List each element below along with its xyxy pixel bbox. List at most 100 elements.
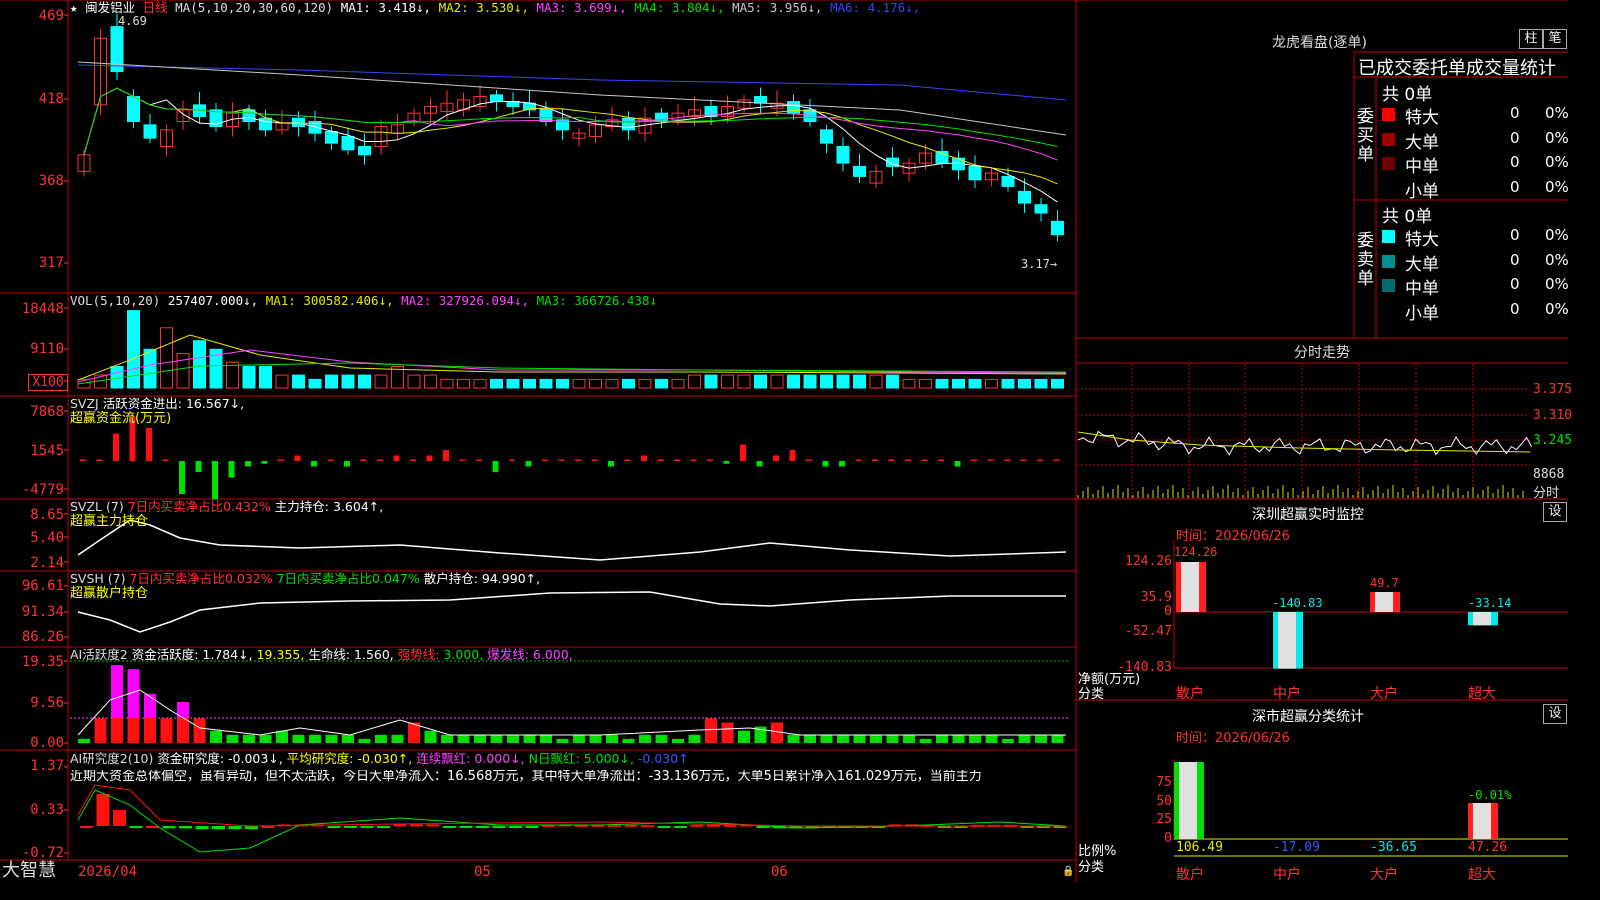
flow-bar — [80, 459, 86, 461]
activity-bar — [853, 734, 866, 743]
activity-bar — [523, 734, 536, 743]
volume-bar — [638, 378, 652, 389]
brand-label[interactable]: 大智慧 — [2, 861, 56, 881]
research-bar — [212, 826, 225, 830]
ai-active-burst-value: 6.000, — [532, 647, 573, 662]
svsh-ratio2: 7日内买卖净占比0.047% — [276, 571, 420, 586]
volume-bar — [176, 353, 190, 389]
flow-bar — [443, 450, 449, 461]
bar-mode-button[interactable]: 柱 — [1519, 29, 1543, 49]
volume-bar — [704, 374, 718, 389]
activity-bar — [903, 734, 915, 743]
activity-bar — [705, 718, 717, 743]
order-row-name: 中单 — [1405, 157, 1439, 177]
flow-bar — [228, 461, 235, 478]
volume-bar — [539, 378, 553, 389]
legend-swatch — [1382, 254, 1395, 268]
volume-bar — [655, 378, 668, 389]
activity-bar — [342, 734, 354, 743]
flow-bar — [294, 455, 301, 461]
chart-canvas[interactable] — [0, 0, 1568, 882]
activity-bar — [210, 730, 222, 743]
activity-line — [77, 689, 1066, 736]
volume-bar — [787, 374, 800, 389]
order-row: 小单 0 0% — [1380, 177, 1569, 202]
unit-badge[interactable]: X100 — [28, 374, 68, 391]
flow-bar — [674, 459, 680, 461]
period-label[interactable]: 日线 — [143, 0, 168, 15]
order-row: 小单 0 0% — [1380, 299, 1569, 324]
flow-bar — [327, 459, 334, 461]
research-bar — [96, 794, 110, 826]
avg-price-line — [1077, 431, 1531, 453]
lock-icon[interactable]: 🔒 — [1062, 866, 1074, 877]
svsh-ytick: 86.26 — [21, 629, 64, 645]
activity-bar — [540, 734, 552, 743]
candle — [968, 165, 982, 181]
activity-bar — [441, 734, 453, 743]
flow-bar — [921, 459, 928, 461]
stats-settings-button[interactable]: 设 — [1543, 704, 1567, 724]
flow-bar — [740, 444, 746, 461]
research-bar — [443, 826, 456, 828]
monitor-bar-inner — [1375, 592, 1393, 612]
volume-bar — [1051, 378, 1064, 389]
order-row: 特大 0 0% — [1380, 225, 1569, 250]
volume-bar — [721, 374, 734, 389]
order-row-name: 小单 — [1405, 181, 1439, 202]
research-bar — [624, 824, 638, 827]
activity-bar — [111, 718, 123, 743]
star-icon: ★ — [70, 0, 78, 15]
ai-research-ytick: -0.72 — [21, 845, 64, 861]
order-row-name: 小单 — [1405, 303, 1439, 324]
volume-bar — [589, 378, 602, 389]
monitor-bar-inner — [1473, 612, 1491, 626]
legend-swatch — [1382, 157, 1395, 170]
flow-bar — [393, 455, 400, 461]
legend-swatch — [1382, 230, 1395, 243]
ma-value: MA3: 3.699↓, — [536, 0, 627, 15]
flow-bar — [773, 455, 779, 461]
volume-bar — [242, 366, 256, 389]
stats-category: 中户 — [1273, 867, 1301, 883]
flow-bar — [822, 461, 829, 467]
activity-bar — [639, 734, 651, 743]
tick-mode-button[interactable]: 笔 — [1543, 29, 1567, 49]
monitor-ytick: 124.26 — [1125, 554, 1172, 569]
flow-bar — [608, 461, 614, 467]
activity-bar — [738, 730, 750, 743]
monitor-settings-button[interactable]: 设 — [1543, 502, 1567, 522]
activity-bar — [226, 734, 239, 743]
research-bar — [228, 826, 242, 830]
flow-bar — [806, 459, 812, 461]
monitor-title: 深圳超赢实时监控 — [1252, 507, 1364, 523]
activity-bar — [78, 738, 90, 743]
svzl-header: SVZL (7) 7日内买卖净占比0.432% 主力持仓: 3.604↑, — [70, 500, 383, 514]
flow-bar — [344, 461, 350, 467]
high-mark: 4.69 — [118, 14, 147, 28]
research-bar — [426, 824, 440, 827]
volume-bar — [886, 374, 899, 389]
ma-line — [83, 87, 1058, 185]
stock-name[interactable]: 闽发铝业 — [85, 0, 135, 15]
volume-bar — [275, 374, 289, 389]
k-ytick: 368 — [38, 173, 64, 189]
candle — [1034, 204, 1048, 214]
order-row-name: 特大 — [1405, 230, 1439, 250]
activity-bar — [952, 734, 965, 743]
activity-bar — [144, 718, 156, 743]
research-bar — [410, 824, 423, 827]
activity-bar — [474, 734, 486, 743]
svzl-ytick: 8.65 — [30, 507, 64, 523]
research-bar — [195, 826, 209, 830]
ai-research-cont-value: 0.000↓, — [474, 751, 525, 766]
activity-bar — [391, 734, 404, 743]
flow-bar — [410, 459, 416, 461]
order-row-name: 大单 — [1405, 132, 1439, 153]
ai-active-strong-text: 强势线: — [397, 647, 440, 662]
order-row-pct: 0% — [1545, 153, 1569, 171]
k-ytick: 418 — [38, 91, 64, 107]
svsh-label: SVSH (7) — [70, 571, 126, 586]
volume-bar — [820, 374, 833, 389]
volume-bar — [985, 378, 998, 389]
